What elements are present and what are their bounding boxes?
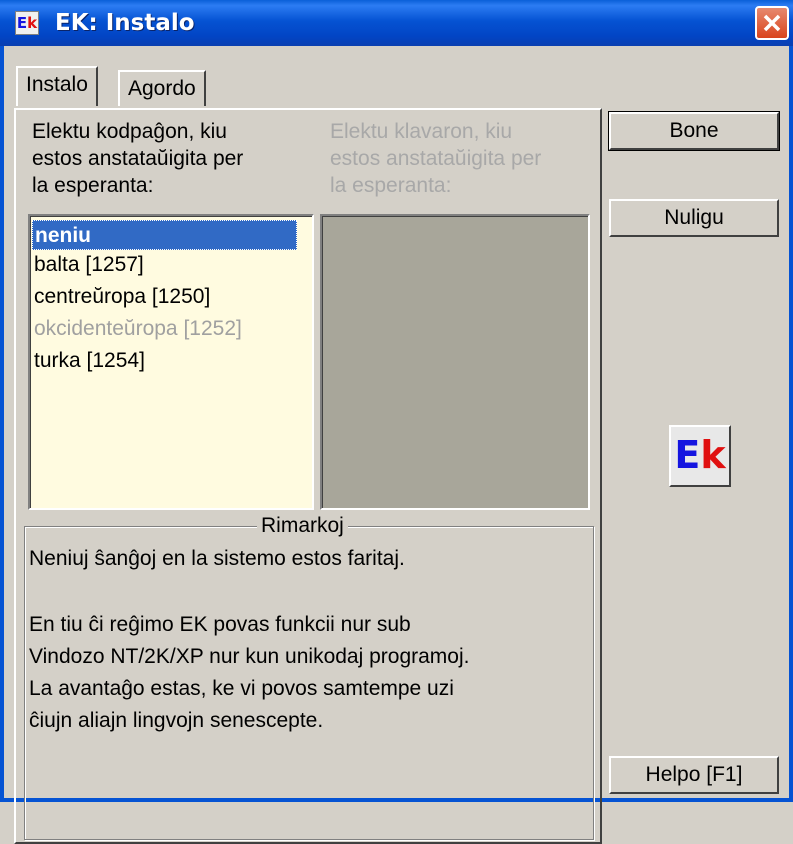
tab-agordo[interactable]: Agordo xyxy=(118,70,206,106)
close-button[interactable] xyxy=(755,6,789,40)
codepage-label-line: Elektu kodpaĝon, kiu xyxy=(32,120,227,143)
tab-panel-instalo: Elektu kodpaĝon, kiu estos anstataŭigita… xyxy=(14,108,602,844)
ek-logo-button[interactable]: Ek xyxy=(669,425,731,487)
remark-line: ĉiujn aliajn lingvojn senescepte. xyxy=(29,709,324,732)
keyboard-label-line: la esperanta: xyxy=(330,174,452,197)
remark-line: Neniuj ŝanĝoj en la sistemo estos farita… xyxy=(29,547,405,570)
list-item[interactable]: balta [1257] xyxy=(32,250,144,280)
codepage-label-line: estos anstataŭigita per xyxy=(32,147,244,170)
list-item[interactable]: centreŭropa [1250] xyxy=(32,282,210,312)
remarks-group: Rimarkoj Neniuj ŝanĝoj en la sistemo est… xyxy=(24,513,594,840)
list-item[interactable]: neniu xyxy=(32,220,297,250)
ek-logo-e: E xyxy=(674,433,701,477)
keyboard-label-line: Elektu klavaron, kiu xyxy=(330,120,513,143)
codepage-list[interactable]: neniu balta [1257] centreŭropa [1250] ok… xyxy=(28,214,314,510)
close-icon xyxy=(763,14,781,32)
keyboard-label: Elektu klavaron, kiu estos anstataŭigita… xyxy=(330,118,541,199)
list-item[interactable]: turka [1254] xyxy=(32,346,145,376)
keyboard-list-inner xyxy=(322,216,588,508)
app-icon-k: k xyxy=(27,14,38,32)
remark-line: En tiu ĉi reĝimo EK povas funkcii nur su… xyxy=(29,613,411,636)
app-icon-e: E xyxy=(16,14,28,32)
codepage-label-line: la esperanta: xyxy=(32,174,154,197)
ok-button[interactable]: Bone xyxy=(608,111,780,151)
window-title: EK: Instalo xyxy=(55,10,195,36)
remark-line: Vindozo NT/2K/XP nur kun unikodaj progra… xyxy=(29,645,470,668)
keyboard-label-line: estos anstataŭigita per xyxy=(330,147,542,170)
keyboard-list xyxy=(320,214,590,510)
list-item: okcidenteŭropa [1252] xyxy=(34,317,242,340)
codepage-label: Elektu kodpaĝon, kiu estos anstataŭigita… xyxy=(32,118,243,199)
help-button[interactable]: Helpo [F1] xyxy=(609,756,779,794)
ek-logo-k: k xyxy=(700,433,726,477)
tab-instalo[interactable]: Instalo xyxy=(16,66,98,106)
dialog-body: Instalo Agordo Elektu kodpaĝon, kiu esto… xyxy=(0,46,793,844)
ek-app-icon[interactable]: Ek xyxy=(15,11,39,35)
title-bar[interactable]: Ek EK: Instalo xyxy=(0,0,793,46)
remarks-legend: Rimarkoj xyxy=(257,513,348,539)
remark-line: La avantaĝo estas, ke vi povos samtempe … xyxy=(29,677,454,700)
cancel-button[interactable]: Nuligu xyxy=(609,199,779,237)
